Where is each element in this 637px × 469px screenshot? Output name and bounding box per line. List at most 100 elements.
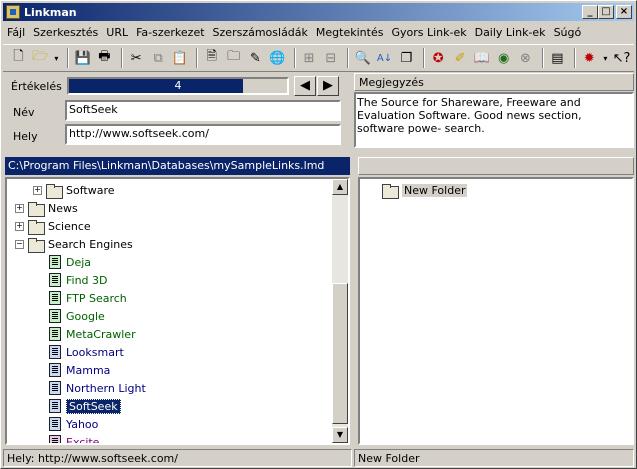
tree-item-find-3d[interactable]: Find 3D — [49, 271, 108, 289]
tree-item-software[interactable]: + Software — [33, 181, 115, 199]
cascade-icon[interactable]: ❐ — [397, 48, 416, 68]
menu-url[interactable]: URL — [102, 26, 132, 39]
collapse-icon[interactable]: − — [15, 239, 24, 249]
web-icon[interactable]: ◉ — [494, 48, 513, 68]
close-button[interactable]: × — [616, 5, 632, 19]
scroll-down-button[interactable]: ▼ — [332, 427, 348, 443]
tree-item-yahoo[interactable]: Yahoo — [49, 415, 98, 433]
notes-header: Megjegyzés — [354, 73, 634, 91]
new-folder-icon[interactable]: 🗀 — [224, 48, 243, 68]
daily-link-icon[interactable]: ✹ — [580, 48, 599, 68]
menu-edit[interactable]: Szerkesztés — [29, 26, 102, 39]
name-label: Név — [13, 106, 35, 119]
next-button[interactable]: ▶ — [317, 76, 339, 96]
folder-icon — [28, 201, 45, 217]
new-file-icon[interactable]: 🗋 — [9, 48, 28, 68]
menu-tree[interactable]: Fa-szerkezet — [132, 26, 208, 39]
folder-pane[interactable]: New Folder — [358, 177, 634, 445]
stop-icon[interactable]: ⊗ — [516, 48, 535, 68]
previous-button[interactable]: ◀ — [294, 76, 316, 96]
status-folder: New Folder — [354, 449, 634, 467]
menu-view[interactable]: Megtekintés — [312, 26, 388, 39]
tree-item-northern-light[interactable]: Northern Light — [49, 379, 146, 397]
tree-item-new-folder[interactable]: New Folder — [382, 181, 468, 199]
find-icon[interactable]: 🔍 — [353, 48, 372, 68]
tree-item-looksmart[interactable]: Looksmart — [49, 343, 124, 361]
check-links-icon[interactable]: ✪ — [429, 48, 448, 68]
tree-item-excite[interactable]: Excite — [49, 433, 100, 445]
tree-item-google[interactable]: Google — [49, 307, 105, 325]
dropdown-arrow-icon[interactable]: ▾ — [602, 48, 610, 68]
tree-item-deja[interactable]: Deja — [49, 253, 91, 271]
link-icon — [49, 291, 61, 305]
tree-scrollbar[interactable]: ▲ ▼ — [332, 179, 348, 443]
name-field[interactable]: SoftSeek — [65, 100, 341, 121]
tree-item-label: Search Engines — [48, 237, 133, 251]
tree-item-label: Excite — [66, 435, 100, 445]
sort-az-icon[interactable]: A↓ — [375, 48, 394, 68]
new-link-icon[interactable]: 🗎 — [202, 48, 221, 68]
tree-item-mamma[interactable]: Mamma — [49, 361, 110, 379]
link-icon — [49, 345, 61, 359]
window-title: Linkman — [24, 5, 77, 19]
notes-field[interactable]: The Source for Shareware, Freeware and E… — [354, 92, 634, 148]
title-bar[interactable]: Linkman _ □ × — [3, 3, 634, 21]
tree-item-label: Mamma — [66, 363, 111, 377]
tree-item-science[interactable]: + Science — [15, 217, 91, 235]
tree-item-label: Deja — [66, 255, 92, 269]
print-icon[interactable]: 🖶 — [95, 48, 114, 68]
menu-tools[interactable]: Szerszámosládák — [209, 26, 312, 39]
database-path: C:\Program Files\Linkman\Databases\mySam… — [5, 157, 350, 175]
pencil-icon[interactable]: ✐ — [451, 48, 470, 68]
link-icon — [49, 417, 61, 431]
globe-icon[interactable]: 🌐 — [268, 48, 287, 68]
properties-icon[interactable]: ▤ — [548, 48, 567, 68]
expand-icon[interactable]: + — [33, 185, 42, 195]
tree-item-search-engines[interactable]: − Search Engines — [15, 235, 133, 253]
folder-icon — [28, 219, 45, 235]
menu-bar: Fájl Szerkesztés URL Fa-szerkezet Szersz… — [3, 22, 585, 42]
tree-item-metacrawler[interactable]: MetaCrawler — [49, 325, 136, 343]
tree-item-ftp-search[interactable]: FTP Search — [49, 289, 127, 307]
scroll-thumb[interactable] — [332, 283, 348, 424]
tree-item-label: MetaCrawler — [66, 327, 136, 341]
tree-item-label: Google — [66, 309, 105, 323]
dropdown-arrow-icon[interactable]: ▾ — [53, 48, 61, 68]
link-tree[interactable]: + Software + News + Science − Search Eng… — [5, 177, 350, 445]
collapse-icon[interactable]: ⊟ — [321, 48, 340, 68]
edit-link-icon[interactable]: ✎ — [246, 48, 265, 68]
link-icon — [49, 399, 61, 413]
folder-icon — [382, 183, 399, 199]
app-window: Linkman _ □ × Fájl Szerkesztés URL Fa-sz… — [0, 0, 637, 469]
rating-bar[interactable]: 4 — [67, 77, 289, 95]
tree-item-label: Find 3D — [66, 273, 108, 287]
help-pointer-icon[interactable]: ↖? — [612, 48, 631, 68]
maximize-button[interactable]: □ — [598, 5, 614, 19]
tree-item-label: News — [48, 201, 78, 215]
link-icon — [49, 255, 61, 269]
link-icon — [49, 273, 61, 287]
right-pane-header — [358, 157, 634, 175]
toolbar: 🗋 🗁 ▾ 💾 🖶 ✂ ⧉ 📋 🗎 🗀 ✎ 🌐 ⊞ ⊟ 🔍 A↓ ❐ ✪ ✐ 📖… — [3, 44, 634, 72]
cut-icon[interactable]: ✂ — [127, 48, 146, 68]
menu-file[interactable]: Fájl — [3, 26, 29, 39]
expand-icon[interactable]: + — [15, 221, 24, 231]
expand-icon[interactable]: ⊞ — [300, 48, 319, 68]
save-icon[interactable]: 💾 — [73, 48, 92, 68]
app-icon[interactable] — [6, 5, 20, 19]
scroll-up-button[interactable]: ▲ — [332, 179, 348, 195]
copy-icon[interactable]: ⧉ — [149, 48, 168, 68]
status-location: Hely: http://www.softseek.com/ — [3, 449, 352, 467]
menu-quick-links[interactable]: Gyors Link-ek — [387, 26, 470, 39]
expand-icon[interactable]: + — [15, 203, 24, 213]
open-book-icon[interactable]: 📖 — [472, 48, 491, 68]
open-folder-icon[interactable]: 🗁 — [31, 48, 50, 68]
tree-item-news[interactable]: + News — [15, 199, 78, 217]
minimize-button[interactable]: _ — [582, 5, 598, 19]
location-field[interactable]: http://www.softseek.com/ — [65, 124, 341, 145]
tree-item-label: Science — [48, 219, 91, 233]
menu-daily-links[interactable]: Daily Link-ek — [471, 26, 550, 39]
tree-item-softseek[interactable]: SoftSeek — [49, 397, 121, 415]
paste-icon[interactable]: 📋 — [171, 48, 190, 68]
menu-help[interactable]: Súgó — [550, 26, 586, 39]
